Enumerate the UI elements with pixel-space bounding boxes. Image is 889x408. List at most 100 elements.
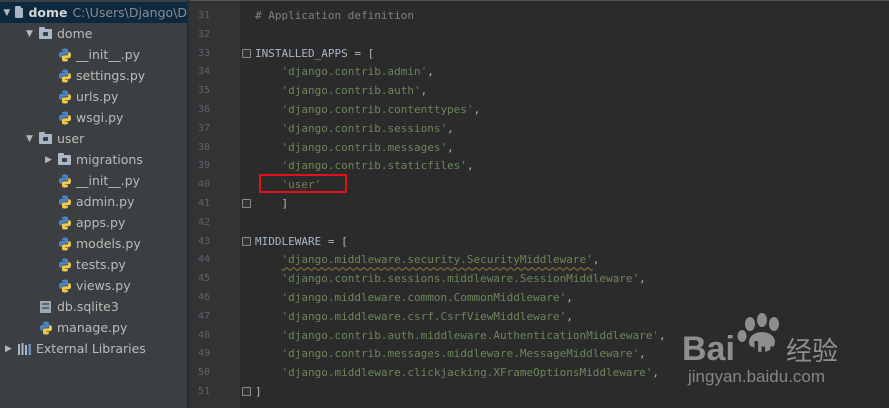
line-number: 50 [197,367,210,379]
tree-external-libraries[interactable]: ▶ External Libraries [0,338,187,359]
chevron-down-icon[interactable]: ▼ [24,29,35,39]
python-file-icon [59,69,71,82]
code-line[interactable]: 'django.middleware.common.CommonMiddlewa… [255,288,573,307]
tree-item[interactable]: __init__.py [0,170,187,191]
libraries-icon [18,342,31,355]
line-number: 43 [197,235,210,247]
code-token: , [659,328,666,342]
code-line[interactable]: 'django.middleware.security.SecurityMidd… [255,250,600,269]
tree-item[interactable]: ▶ migrations [0,149,187,170]
code-line[interactable]: ] [255,194,288,213]
string-literal: 'django.contrib.sessions' [281,121,448,135]
tree-item-label: migrations [76,152,143,167]
line-number: 38 [197,141,210,153]
chevron-down-icon[interactable]: ▼ [24,134,35,144]
tree-item-label: admin.py [76,194,135,209]
line-number: 40 [197,179,210,191]
chevron-right-icon[interactable]: ▶ [43,155,54,165]
tree-item-label: __init__.py [76,47,141,62]
code-line[interactable]: MIDDLEWARE = [ [255,232,348,251]
tree-item[interactable]: apps.py [0,212,187,233]
code-token: , [466,159,474,173]
watermark-brand-2: du [744,336,776,366]
folder-icon [39,26,52,39]
code-line[interactable]: 'django.contrib.messages', [255,138,454,157]
tree-item[interactable]: ▼ user [0,128,187,149]
code-line[interactable]: 'django.contrib.sessions.middleware.Sess… [255,269,646,288]
tree-item-label: models.py [76,236,141,251]
code-line[interactable]: 'django.contrib.messages.middleware.Mess… [255,344,646,363]
tree-item-label: wsgi.py [76,110,124,125]
python-file-icon [59,174,71,187]
tree-item[interactable]: manage.py [0,317,187,338]
tree-item[interactable]: db.sqlite3 [0,296,187,317]
code-token: , [427,65,434,79]
line-number: 32 [197,28,210,40]
code-line[interactable]: 'django.contrib.staticfiles', [255,156,474,175]
string-literal: 'django.contrib.admin' [281,65,428,79]
tree-item[interactable]: ▼ dome [0,23,187,44]
tree-item[interactable]: models.py [0,233,187,254]
editor-top-border [189,0,889,1]
code-token: , [447,140,454,154]
tree-root-dome[interactable]: ▼ dome C:\Users\Django\D [0,2,187,23]
code-line[interactable]: # Application definition [255,6,414,25]
tree-item-label: __init__.py [76,173,141,188]
string-literal: 'django.contrib.sessions.middleware.Sess… [281,272,640,286]
code-line[interactable]: 'django.contrib.contenttypes', [255,100,481,119]
tree-item[interactable]: tests.py [0,254,187,275]
code-token: INSTALLED_APPS = [ [255,46,375,60]
code-line[interactable]: 'django.contrib.auth', [255,81,428,100]
tree-item[interactable]: urls.py [0,86,187,107]
python-file-icon [59,216,71,229]
line-number: 42 [197,216,210,228]
fold-marker-icon[interactable] [242,236,251,246]
chevron-down-icon[interactable]: ▼ [3,8,11,18]
tree-item[interactable]: __init__.py [0,44,187,65]
python-file-icon [59,48,71,61]
code-line[interactable]: 'django.contrib.admin', [255,62,434,81]
baidu-jingyan-watermark: Bai du 经验 [682,313,838,368]
fold-marker-icon[interactable] [242,387,251,396]
tree-item-label: views.py [76,278,131,293]
tree-item[interactable]: views.py [0,275,187,296]
chevron-right-icon[interactable]: ▶ [3,344,14,354]
string-literal: 'django.middleware.common.CommonMiddlewa… [281,291,567,304]
code-token: ] [255,385,262,398]
tree-item-label: user [57,131,85,146]
code-line[interactable]: 'django.middleware.clickjacking.XFrameOp… [255,363,660,382]
python-file-icon [40,321,52,334]
tree-item[interactable]: wsgi.py [0,107,187,128]
line-number: 37 [197,122,210,134]
fold-marker-icon[interactable] [242,199,251,208]
line-number: 51 [197,386,210,397]
string-literal: 'django.contrib.auth.middleware.Authenti… [281,328,660,342]
line-number: 31 [197,10,210,21]
tree-item-label: apps.py [76,215,126,230]
watermark-brand: Bai [682,330,735,368]
python-file-icon [59,237,71,250]
code-line[interactable]: 'django.contrib.auth.middleware.Authenti… [255,326,666,345]
line-number: 44 [197,254,210,266]
fold-marker-icon[interactable] [242,48,251,58]
line-number: 36 [197,104,210,115]
tree-item[interactable]: admin.py [0,191,187,212]
code-line[interactable]: 'django.contrib.sessions', [255,119,454,138]
line-number: 34 [197,66,210,78]
code-token: , [566,309,573,323]
code-line[interactable]: INSTALLED_APPS = [ [255,44,374,63]
python-file-icon [59,258,71,271]
folder-icon [58,152,71,165]
folder-icon [39,131,52,144]
code-line[interactable]: 'django.middleware.csrf.CsrfViewMiddlewa… [255,307,573,326]
code-token: , [639,347,646,361]
string-literal: 'django.middleware.clickjacking.XFrameOp… [281,366,653,380]
external-libraries-label: External Libraries [36,341,146,356]
comment-text: # Application definition [255,9,414,22]
tree-item[interactable]: settings.py [0,65,187,86]
code-line[interactable]: ] [255,382,262,401]
